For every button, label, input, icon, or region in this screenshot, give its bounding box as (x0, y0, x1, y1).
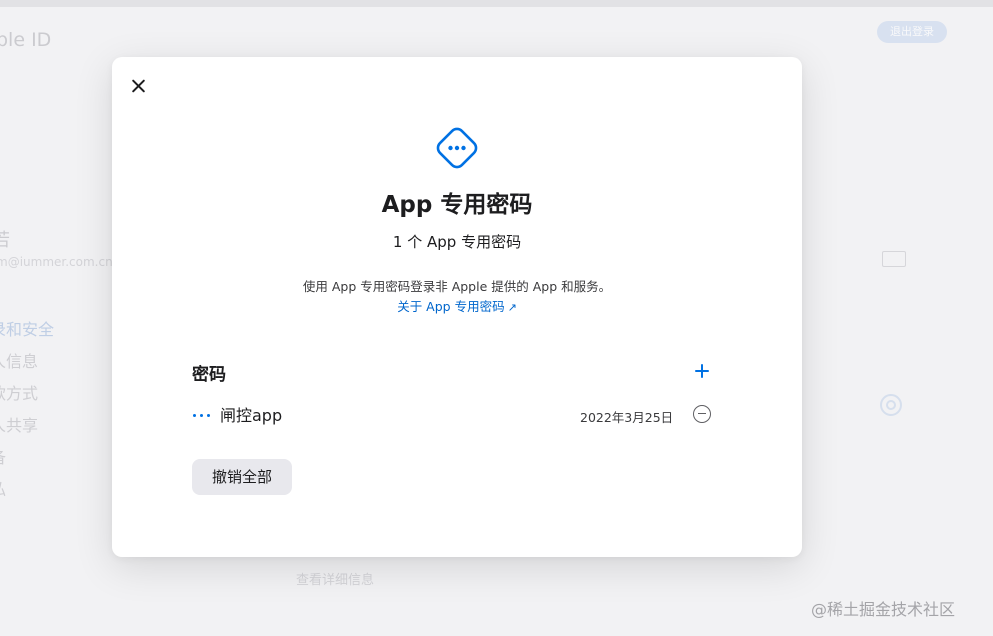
password-count: 1 个 App 专用密码 (392, 233, 522, 251)
revoke-all-button[interactable]: 撤销全部 (192, 459, 292, 495)
learn-more-link[interactable]: 关于 App 专用密码 ↗ (112, 296, 802, 315)
dialog-description: 使用 App 专用密码登录非 Apple 提供的 App 和服务。 (302, 279, 612, 294)
password-created-date: 2022年3月25日 (580, 410, 674, 425)
learn-more-link-label: 关于 App 专用密码 (397, 299, 505, 314)
passwords-section-title: 密码 (192, 365, 226, 385)
password-diamond-icon (436, 127, 478, 169)
password-name: 闸控app (220, 406, 283, 425)
dots-icon (192, 408, 212, 422)
watermark: @稀土掘金技术社区 (811, 600, 956, 619)
minus-circle-icon[interactable] (693, 405, 711, 423)
external-arrow-icon: ↗ (507, 301, 517, 314)
password-row: 闸控app 2022年3月25日 (192, 400, 712, 430)
plus-icon[interactable] (692, 361, 712, 381)
app-specific-passwords-dialog: App 专用密码 1 个 App 专用密码 使用 App 专用密码登录非 App… (112, 57, 802, 557)
close-icon[interactable] (128, 75, 150, 97)
dialog-title: App 专用密码 (381, 192, 533, 218)
